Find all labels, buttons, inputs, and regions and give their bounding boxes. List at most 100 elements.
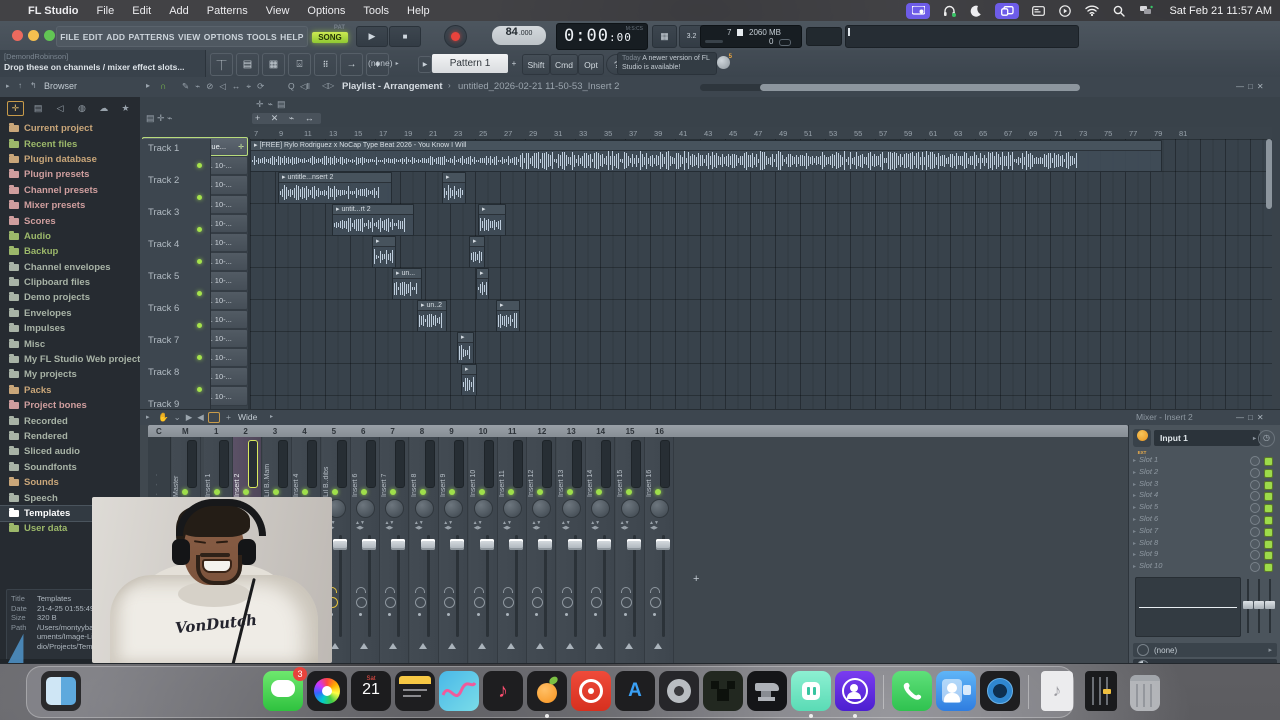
strip-enable-led[interactable] xyxy=(537,489,544,495)
strip-route-arrow[interactable] xyxy=(536,643,545,649)
strip-sep-knob[interactable] xyxy=(356,597,367,608)
zoom-tool-icon[interactable]: Q xyxy=(288,81,295,91)
strip-pan-arrows[interactable]: ▲▼ ◀▶ xyxy=(620,521,630,531)
effect-slot[interactable]: ▸ Slot 10 xyxy=(1133,561,1277,573)
strip-stereo-icon[interactable] xyxy=(650,587,660,593)
sidebar-item-rendered[interactable]: Rendered xyxy=(0,429,140,444)
pattern-selector[interactable]: Pattern 1 xyxy=(432,54,508,73)
strip-fader-handle[interactable] xyxy=(362,539,376,550)
strip-fader-handle[interactable] xyxy=(538,539,553,550)
pat-mode-label[interactable]: PAT xyxy=(312,25,348,31)
sidebar-item-audio[interactable]: Audio xyxy=(0,229,140,244)
menubar-menu-help[interactable]: Help xyxy=(407,5,430,17)
menubar-clock[interactable]: Sat Feb 21 11:57 AM xyxy=(1169,5,1272,17)
menubar-menu-patterns[interactable]: Patterns xyxy=(207,5,248,17)
strip-fader-track[interactable] xyxy=(338,535,342,637)
strip-pan-knob[interactable] xyxy=(561,499,581,518)
playlist-window-controls[interactable]: —□✕ xyxy=(1236,82,1268,91)
strip-fader-track[interactable] xyxy=(573,535,577,637)
pattern-add-button[interactable]: + xyxy=(510,58,518,69)
update-notification[interactable]: Today A newer version of FL Studio is av… xyxy=(617,52,732,75)
strip-pan-arrows[interactable]: ▲▼ ◀▶ xyxy=(502,521,512,531)
strip-stereo-icon[interactable] xyxy=(532,587,543,593)
slot-mix-knob[interactable] xyxy=(1250,479,1260,490)
audio-clip[interactable]: ▸ xyxy=(476,268,489,300)
dock-app-camera-app[interactable] xyxy=(835,671,875,718)
dock-app-app-store[interactable]: A xyxy=(615,671,655,711)
mixer-strip-number[interactable]: 12 xyxy=(537,427,546,436)
typing-to-piano-button[interactable]: ▦ xyxy=(652,25,677,48)
effect-slot[interactable]: ▸ Slot 9 xyxy=(1133,549,1277,561)
strip-stereo-icon[interactable] xyxy=(591,587,602,593)
dock-app-notes[interactable] xyxy=(395,671,435,711)
ext-input-icon[interactable]: EXT xyxy=(1133,429,1151,455)
audio-clip[interactable]: ▸ xyxy=(372,236,396,268)
send-time-selector[interactable]: (none) ▸ xyxy=(1133,643,1277,657)
strip-fader-handle[interactable] xyxy=(509,539,523,550)
playback-marker-icon[interactable]: ◁‖ xyxy=(300,81,310,92)
sidebar-item-plugin-database[interactable]: Plugin database xyxy=(0,152,140,167)
display-mirroring-icon[interactable] xyxy=(906,2,931,19)
strip-fader-track[interactable] xyxy=(603,535,607,637)
dock-app-file-mixer[interactable] xyxy=(1081,671,1121,711)
news-globe-icon[interactable]: 5 xyxy=(717,54,732,69)
effect-slot[interactable]: ▸ Slot 7 xyxy=(1133,526,1277,538)
playlist-tool-icons[interactable]: ✎⌁⊘◁↔⌖⟳ xyxy=(182,81,270,92)
strip-enable-led[interactable] xyxy=(508,489,514,495)
menubar-menu-add[interactable]: Add xyxy=(169,5,189,17)
strip-pan-knob[interactable] xyxy=(650,499,669,518)
audio-clip[interactable]: ▸ un..2 xyxy=(417,300,447,332)
strip-fader-track[interactable] xyxy=(632,535,636,637)
menubar-menu-view[interactable]: View xyxy=(266,5,290,17)
sidebar-item-sounds[interactable]: Sounds xyxy=(0,475,140,490)
strip-fader-track[interactable] xyxy=(485,535,489,637)
strip-fader-track[interactable] xyxy=(662,535,665,637)
menubar-menu-options[interactable]: Options xyxy=(307,5,345,17)
strip-pan-arrows[interactable]: ▲▼ ◀▶ xyxy=(414,521,424,531)
add-mixer-track-button[interactable]: + xyxy=(693,573,699,585)
strip-pan-arrows[interactable]: ▲▼ ◀▶ xyxy=(473,521,483,531)
effect-slot[interactable]: ▸ Slot 2 xyxy=(1133,467,1277,479)
snap-magnet-icon[interactable]: ∩ xyxy=(160,81,167,91)
mixer-add-icon[interactable]: + xyxy=(226,412,231,422)
fl-menu-patterns[interactable]: PATTERNS xyxy=(129,32,175,42)
slot-mix-knob[interactable] xyxy=(1250,562,1260,573)
strip-pan-arrows[interactable]: ▲▼ ◀▶ xyxy=(355,521,365,531)
minimize-window-button[interactable] xyxy=(28,30,39,41)
menubar-menu-tools[interactable]: Tools xyxy=(363,5,389,17)
strip-route-arrow[interactable] xyxy=(389,643,398,649)
strip-pan-knob[interactable] xyxy=(444,499,464,518)
browser-up-icon[interactable]: ↑ xyxy=(18,81,22,90)
fl-menu-tools[interactable]: TOOLS xyxy=(247,32,277,42)
strip-fader-handle[interactable] xyxy=(597,539,612,550)
track-mute-led[interactable] xyxy=(197,323,202,328)
mixer-tool-icons[interactable]: ✋⌄▶◀ xyxy=(158,412,209,423)
sidebar-item-project-bones[interactable]: Project bones xyxy=(0,398,140,413)
mixer-strip-number[interactable]: 6 xyxy=(361,427,365,436)
source-list-tools[interactable]: ▤ ✛ ⌁ xyxy=(146,113,172,124)
strip-fader-track[interactable] xyxy=(456,535,460,637)
slot-mix-knob[interactable] xyxy=(1250,538,1260,549)
mixer-view-icon[interactable] xyxy=(208,412,220,423)
sidebar-item-envelopes[interactable]: Envelopes xyxy=(0,306,140,321)
slot-enable-led[interactable] xyxy=(1264,551,1273,561)
tempo-display[interactable]: 84.000 xyxy=(492,26,546,45)
mixer-strip-insert-8[interactable]: Insert 8 ▲▼ ◀▶ xyxy=(409,437,439,663)
play-button[interactable]: ▶ xyxy=(356,26,388,47)
audio-clip[interactable]: ▸ xyxy=(478,204,506,236)
slot-mix-knob[interactable] xyxy=(1250,526,1260,537)
user-switch-icon[interactable] xyxy=(1138,4,1154,18)
track-mute-led[interactable] xyxy=(197,163,202,168)
audio-clip[interactable]: ▸ xyxy=(457,332,474,364)
fl-menu-edit[interactable]: EDIT xyxy=(83,32,103,42)
strip-pan-arrows[interactable]: ▲▼ ◀▶ xyxy=(384,521,394,531)
strip-enable-led[interactable] xyxy=(214,489,220,495)
sidebar-item-demo-projects[interactable]: Demo projects xyxy=(0,290,140,305)
moon-icon[interactable] xyxy=(968,4,984,18)
strip-fader-handle[interactable] xyxy=(450,539,465,550)
time-display[interactable]: 0:00:00 M:S:CS xyxy=(556,23,648,50)
eq-band-fader-2[interactable] xyxy=(1254,579,1264,633)
sidebar-item-channel-presets[interactable]: Channel presets xyxy=(0,183,140,198)
effect-slot[interactable]: ▸ Slot 8 xyxy=(1133,538,1277,550)
browser-tab-files[interactable]: ▤ xyxy=(31,102,46,115)
